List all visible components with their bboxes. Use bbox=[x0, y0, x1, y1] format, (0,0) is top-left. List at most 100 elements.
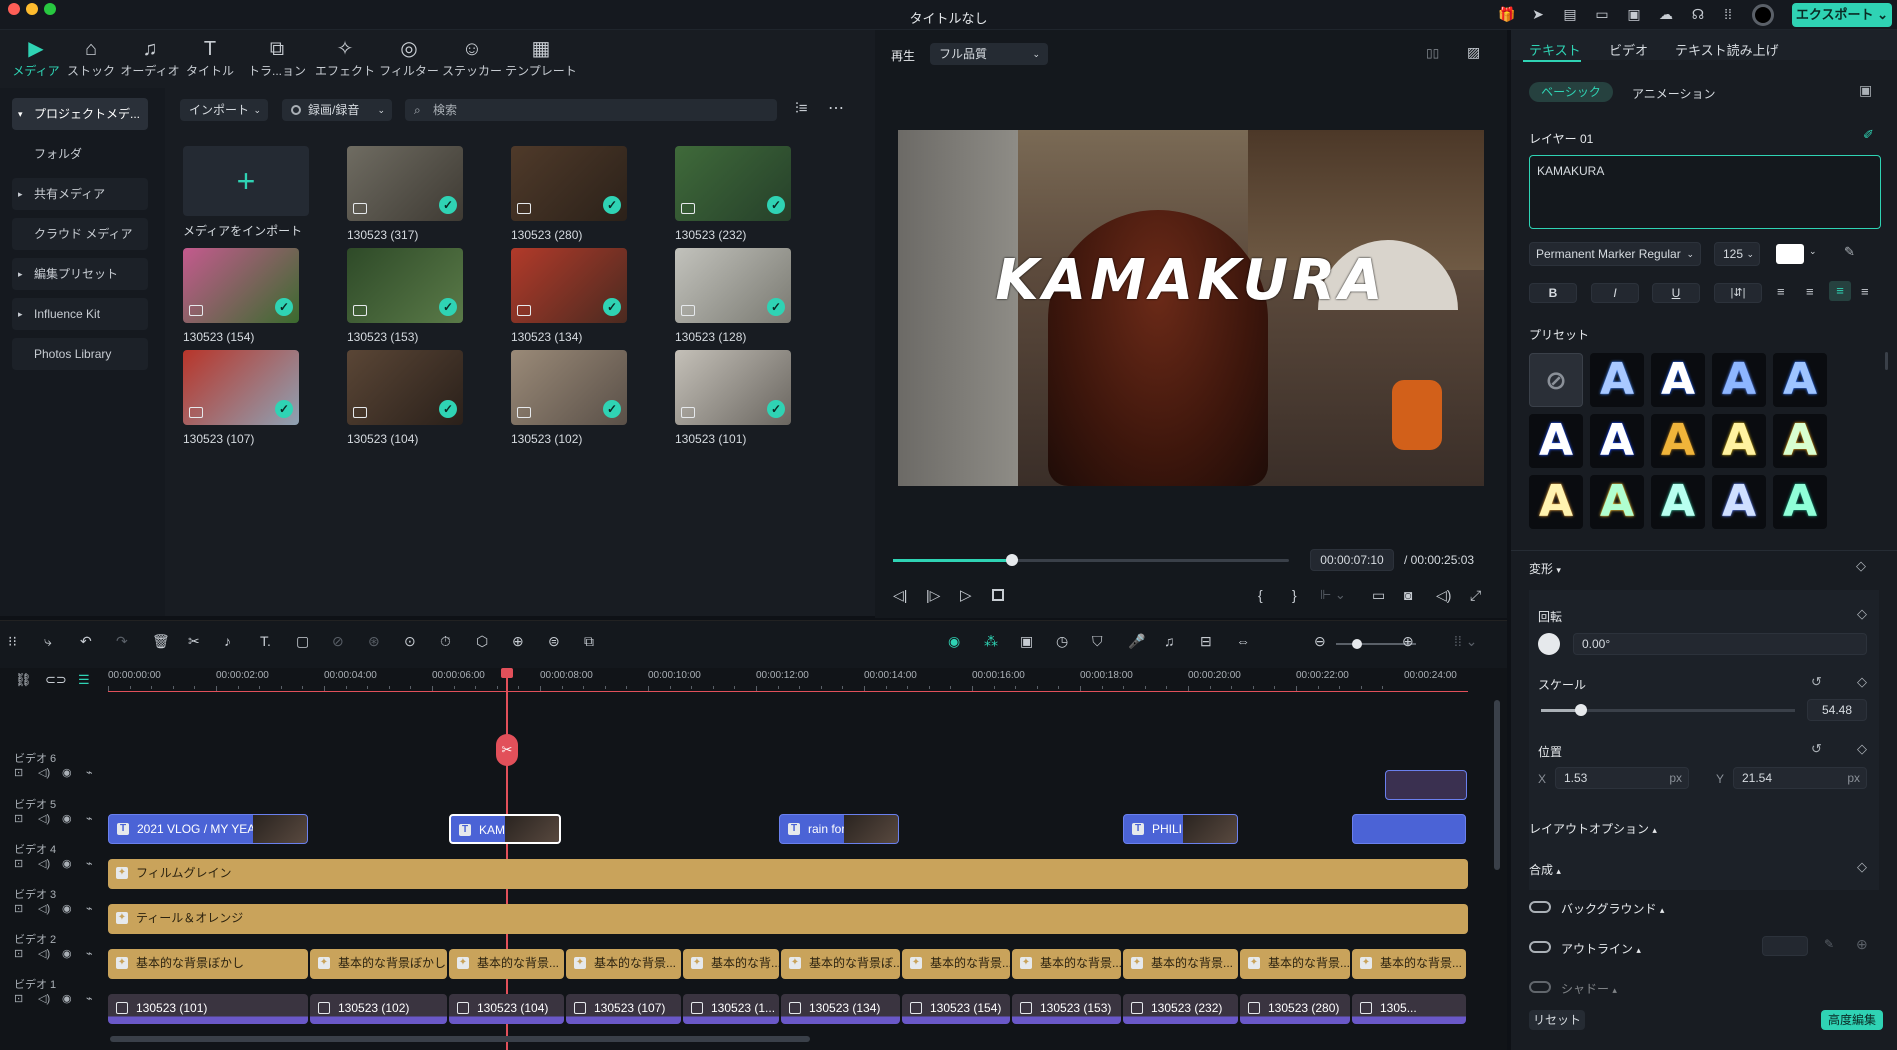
media-thumbnail[interactable]: ✓ bbox=[183, 350, 299, 425]
video-clip[interactable]: 130523 (104) bbox=[449, 994, 564, 1024]
video-clip[interactable]: 130523 (1... bbox=[683, 994, 779, 1024]
outline-toggle[interactable] bbox=[1529, 941, 1551, 953]
tab-audio[interactable]: ♫ オーディオ bbox=[119, 36, 181, 86]
layout-options-section[interactable]: レイアウトオプション ▴ bbox=[1529, 820, 1657, 837]
y-input[interactable]: 21.54 px bbox=[1733, 767, 1867, 789]
sidebar-item-shared-media[interactable]: ▸ 共有メディア bbox=[12, 178, 148, 210]
sidebar-item-edit-presets[interactable]: ▸ 編集プリセット bbox=[12, 258, 148, 290]
filter-sort-icon[interactable]: ⫶≡ bbox=[795, 100, 808, 117]
shadow-toggle[interactable] bbox=[1529, 981, 1551, 993]
music-icon[interactable]: ♫ bbox=[1164, 633, 1175, 649]
prev-frame-icon[interactable]: ◁| bbox=[893, 587, 907, 604]
video-clip[interactable]: 130523 (102) bbox=[310, 994, 447, 1024]
record-dropdown[interactable]: 録画/録音 ⌄ bbox=[282, 99, 392, 121]
lock-icon[interactable]: ⊡ bbox=[14, 766, 23, 779]
eye-icon[interactable]: ◉ bbox=[62, 992, 72, 1005]
mark-in-icon[interactable]: { bbox=[1258, 587, 1263, 603]
blur-clip[interactable]: ✦ 基本的な背景... bbox=[1240, 949, 1350, 979]
preview-canvas[interactable]: KAMAKURA bbox=[898, 130, 1484, 486]
speaker-icon[interactable]: ◁) bbox=[38, 902, 50, 915]
feedback-icon[interactable]: ▤ bbox=[1562, 6, 1578, 22]
add-icon[interactable]: ⊕ bbox=[1856, 936, 1868, 953]
media-thumbnail[interactable]: ✓ bbox=[347, 146, 463, 221]
apps-icon[interactable]: ⁞⁞ bbox=[1720, 6, 1736, 22]
track-add-icon[interactable]: ☰ bbox=[78, 672, 90, 688]
blur-clip[interactable]: ✦ 基本的な背景ぼかし bbox=[310, 949, 447, 979]
cloud-icon[interactable]: ☁ bbox=[1658, 6, 1674, 22]
outline-color[interactable] bbox=[1762, 936, 1808, 956]
background-section[interactable]: バックグラウンド ▴ bbox=[1561, 900, 1664, 917]
reset-scale-icon[interactable]: ↺ bbox=[1811, 674, 1822, 690]
time-ruler[interactable]: 00:00:00:00 00:00:02:00 00:00:04:00 00:00:0… bbox=[108, 668, 1468, 692]
lock-icon[interactable]: ⊡ bbox=[14, 857, 23, 870]
tab-text[interactable]: テキスト bbox=[1529, 40, 1581, 59]
search-input[interactable]: ⌕ 検索 bbox=[405, 99, 777, 121]
reset-position-icon[interactable]: ↺ bbox=[1811, 741, 1822, 757]
current-time[interactable]: 00:00:07:10 bbox=[1310, 549, 1394, 571]
eye-icon[interactable]: ◉ bbox=[62, 812, 72, 825]
shield-icon[interactable]: ⛉ bbox=[1092, 633, 1103, 650]
export-button[interactable]: エクスポート ⌄ bbox=[1792, 3, 1892, 27]
ai-icon[interactable]: ⊜ bbox=[548, 633, 560, 650]
zoom-slider-handle[interactable] bbox=[1352, 639, 1362, 649]
reset-button[interactable]: リセット bbox=[1529, 1010, 1585, 1030]
title-clip[interactable]: T PHILIP bbox=[1123, 814, 1238, 844]
outline-section[interactable]: アウトライン ▴ bbox=[1561, 940, 1641, 957]
fx-icon[interactable]: ⌁ bbox=[86, 902, 93, 915]
tab-video[interactable]: ビデオ bbox=[1609, 40, 1648, 59]
scale-input[interactable]: 54.48 bbox=[1807, 699, 1867, 721]
vertical-scrollbar[interactable] bbox=[1494, 700, 1500, 870]
auto-icon[interactable]: ◷ bbox=[1056, 633, 1068, 650]
delete-icon[interactable]: 🗑 bbox=[152, 633, 170, 650]
fx-icon[interactable]: ⌁ bbox=[86, 812, 93, 825]
eye-icon[interactable]: ◉ bbox=[62, 902, 72, 915]
media-thumbnail[interactable]: ✓ bbox=[511, 146, 627, 221]
cut-icon[interactable]: ✂ bbox=[188, 633, 200, 650]
support-icon[interactable]: ☊ bbox=[1690, 6, 1706, 22]
timer-icon[interactable]: ⏱ bbox=[440, 633, 451, 650]
crop-icon[interactable]: ▢ bbox=[296, 633, 309, 650]
font-dropdown[interactable]: Permanent Marker Regular ⌄ bbox=[1529, 242, 1701, 266]
title-overlay[interactable]: KAMAKURA bbox=[898, 248, 1484, 313]
media-thumbnail[interactable]: ✓ bbox=[675, 146, 791, 221]
video-clip[interactable]: 130523 (154) bbox=[902, 994, 1010, 1024]
text-preset[interactable]: A bbox=[1651, 475, 1705, 529]
lock-icon[interactable]: ⊡ bbox=[14, 902, 23, 915]
bold-button[interactable]: B bbox=[1529, 283, 1577, 303]
blur-clip[interactable]: ✦ 基本的な背景... bbox=[1352, 949, 1466, 979]
stop-icon[interactable] bbox=[992, 589, 1004, 601]
text-preset[interactable]: A bbox=[1590, 353, 1644, 407]
video-clip[interactable]: 130523 (232) bbox=[1123, 994, 1238, 1024]
gift-icon[interactable]: 🎁 bbox=[1498, 6, 1515, 22]
fullscreen-icon[interactable]: ⤢ bbox=[1470, 587, 1481, 604]
video-clip[interactable]: 130523 (107) bbox=[566, 994, 681, 1024]
lock-icon[interactable]: ⊡ bbox=[14, 947, 23, 960]
grid-view-icon[interactable]: ▯▯ bbox=[1426, 46, 1439, 60]
media-thumbnail[interactable]: ✓ bbox=[183, 248, 299, 323]
sidebar-item-cloud-media[interactable]: クラウド メディア bbox=[12, 218, 148, 250]
text-preset[interactable]: A bbox=[1712, 353, 1766, 407]
select-icon[interactable]: ⤷ bbox=[44, 633, 52, 650]
tab-text-to-speech[interactable]: テキスト読み上げ bbox=[1675, 40, 1779, 59]
media-thumbnail[interactable]: ✓ bbox=[511, 248, 627, 323]
title-clip[interactable] bbox=[1352, 814, 1466, 844]
snap-icon[interactable]: ⊂⊃ bbox=[45, 672, 67, 688]
mic-icon[interactable]: 🎤 bbox=[1128, 633, 1145, 650]
blur-clip[interactable]: ✦ 基本的な背景... bbox=[1123, 949, 1238, 979]
text-preset[interactable]: A bbox=[1590, 414, 1644, 468]
fx-icon[interactable]: ⌁ bbox=[86, 947, 93, 960]
tab-filter[interactable]: ◎ フィルター bbox=[378, 36, 440, 86]
outline-eyedropper-icon[interactable]: ✎ bbox=[1824, 937, 1834, 951]
subtab-animation[interactable]: アニメーション bbox=[1632, 85, 1716, 102]
text-preset[interactable]: A bbox=[1773, 475, 1827, 529]
tab-effect[interactable]: ✧ エフェクト bbox=[314, 36, 376, 86]
import-dropdown[interactable]: インポート ⌄ bbox=[180, 99, 268, 121]
position-keyframe-icon[interactable]: ◇ bbox=[1857, 741, 1867, 757]
effect-clip[interactable]: ✦ ティール＆オレンジ bbox=[108, 904, 1468, 934]
fx-icon[interactable]: ⌁ bbox=[86, 857, 93, 870]
rotate-keyframe-icon[interactable]: ◇ bbox=[1857, 606, 1867, 622]
mask-icon[interactable]: ⊘ bbox=[332, 633, 344, 650]
progress-handle[interactable] bbox=[1005, 554, 1018, 566]
eye-icon[interactable]: ◉ bbox=[62, 857, 72, 870]
fx-icon[interactable]: ⌁ bbox=[86, 766, 93, 779]
